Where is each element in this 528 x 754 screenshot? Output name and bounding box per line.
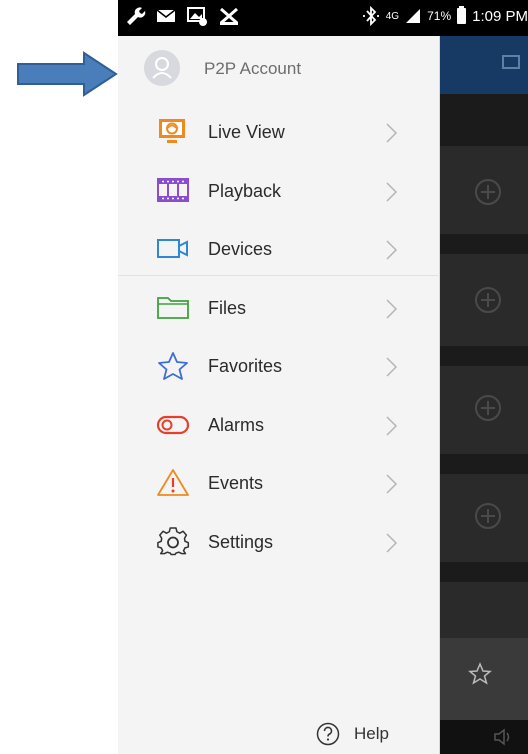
menu-item-label: Events	[208, 473, 264, 493]
background-strip	[440, 454, 528, 474]
menu-item-label: Alarms	[208, 414, 265, 435]
menu-item-events[interactable]: Events	[118, 455, 440, 514]
star-icon	[158, 352, 188, 380]
question-icon	[316, 722, 340, 746]
navigation-drawer: P2P Account Live View Playback Devices F…	[118, 36, 440, 754]
chevron-right-icon	[386, 474, 398, 494]
menu-item-devices[interactable]: Devices	[118, 221, 440, 280]
gear-icon	[157, 526, 190, 555]
menu-item-playback[interactable]: Playback	[118, 163, 440, 222]
menu-item-live-view[interactable]: Live View	[118, 104, 440, 163]
menu-item-label: Favorites	[208, 356, 283, 376]
account-label: P2P Account	[204, 59, 302, 78]
chevron-right-icon	[386, 357, 398, 377]
menu-item-favorites[interactable]: Favorites	[118, 338, 440, 397]
background-header	[440, 36, 528, 94]
help-label: Help	[354, 724, 389, 743]
drawer-menu: Live View Playback Devices Files Favorit…	[118, 104, 440, 572]
warning-icon	[157, 469, 189, 496]
gallery-icon	[187, 7, 207, 26]
account-row[interactable]: P2P Account	[118, 36, 440, 104]
status-left-icons	[124, 5, 240, 27]
menu-item-settings[interactable]: Settings	[118, 514, 440, 573]
add-channel-icon[interactable]	[474, 394, 502, 422]
background-footer	[440, 720, 528, 754]
menu-divider	[118, 275, 440, 276]
background-strip	[440, 94, 528, 146]
network-type-label: 4G	[385, 10, 400, 22]
background-app	[440, 36, 528, 754]
annotation-arrow-icon	[17, 51, 118, 97]
alarm-icon	[156, 415, 190, 434]
chevron-right-icon	[386, 415, 398, 436]
monitor-icon	[159, 119, 185, 143]
speaker-icon[interactable]	[492, 726, 516, 748]
mail-icon	[156, 9, 176, 22]
wrench-icon	[127, 7, 146, 25]
signal-icon	[406, 9, 421, 23]
menu-item-label: Settings	[208, 531, 274, 552]
menu-item-alarms[interactable]: Alarms	[118, 397, 440, 456]
clock-time: 1:09 PM	[472, 7, 528, 25]
phone-screen: 4G 71% 1:09 PM P2P Account Live View Pla…	[118, 0, 528, 754]
window-icon	[502, 55, 520, 69]
chevron-right-icon	[386, 181, 398, 202]
camera-icon	[157, 239, 188, 258]
menu-item-files[interactable]: Files	[118, 280, 440, 339]
status-right-icons: 4G 71% 1:09 PM	[362, 6, 528, 26]
menu-item-label: Live View	[208, 122, 285, 142]
add-channel-icon[interactable]	[474, 286, 502, 314]
background-strip	[440, 346, 528, 366]
status-bar: 4G 71% 1:09 PM	[118, 0, 528, 36]
user-avatar-icon	[144, 50, 180, 86]
menu-item-label: Playback	[208, 180, 282, 201]
star-icon[interactable]	[468, 662, 492, 686]
menu-item-label: Devices	[208, 239, 273, 259]
add-channel-icon[interactable]	[474, 178, 502, 206]
menu-item-label: Files	[208, 297, 247, 318]
chevron-right-icon	[386, 298, 398, 319]
x-notification-icon	[220, 7, 238, 25]
background-strip	[440, 234, 528, 254]
battery-icon	[457, 6, 467, 24]
film-icon	[157, 177, 189, 202]
folder-icon	[157, 296, 189, 319]
chevron-right-icon	[386, 123, 398, 143]
bluetooth-icon	[362, 6, 379, 26]
chevron-right-icon	[386, 240, 398, 260]
background-toolbar	[440, 638, 528, 720]
battery-percent: 71%	[427, 9, 452, 23]
background-strip	[440, 562, 528, 582]
help-button[interactable]: Help	[316, 722, 389, 746]
add-channel-icon[interactable]	[474, 502, 502, 530]
chevron-right-icon	[386, 532, 398, 553]
